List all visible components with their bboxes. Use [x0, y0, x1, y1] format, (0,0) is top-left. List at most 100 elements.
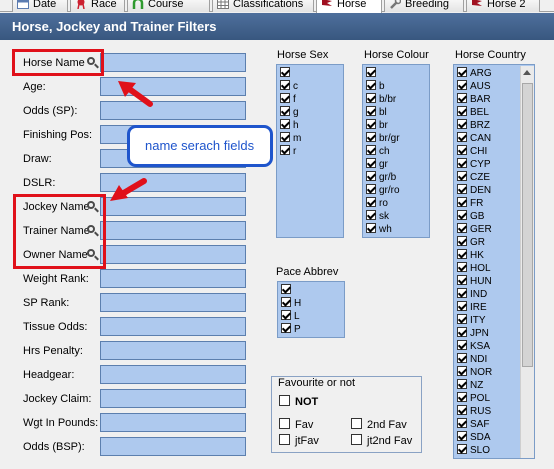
checkbox[interactable] — [457, 184, 467, 194]
checkbox[interactable] — [457, 314, 467, 324]
checkbox[interactable] — [457, 67, 467, 77]
checkbox[interactable] — [366, 145, 376, 155]
checkbox[interactable] — [457, 431, 467, 441]
tab-date[interactable]: Date — [12, 0, 68, 12]
list-item[interactable]: bl — [366, 106, 387, 119]
checkbox[interactable] — [457, 301, 467, 311]
list-item[interactable]: gr/ro — [366, 184, 400, 197]
list-item[interactable]: gr/b — [366, 171, 396, 184]
checkbox[interactable] — [279, 418, 290, 429]
list-item[interactable]: AUS — [457, 80, 491, 93]
list-item[interactable]: gr — [366, 158, 388, 171]
country-scrollbar[interactable] — [520, 66, 534, 458]
checkbox[interactable] — [280, 67, 290, 77]
list-item[interactable]: m — [280, 132, 301, 145]
checkbox[interactable] — [366, 158, 376, 168]
checkbox[interactable] — [279, 395, 290, 406]
list-item[interactable]: JPN — [457, 327, 489, 340]
tab-race[interactable]: Race — [70, 0, 125, 12]
list-item[interactable]: ro — [366, 197, 388, 210]
checkbox[interactable] — [281, 310, 291, 320]
list-item[interactable]: SAF — [457, 418, 489, 431]
horse-name-input[interactable] — [100, 53, 246, 72]
fav-checkbox[interactable]: Fav — [279, 418, 313, 431]
checkbox[interactable] — [351, 434, 362, 445]
trainer-name-input[interactable] — [100, 221, 246, 240]
checkbox[interactable] — [457, 171, 467, 181]
checkbox[interactable] — [457, 275, 467, 285]
hrs-penalty-input[interactable] — [100, 341, 246, 360]
list-item[interactable]: c — [280, 80, 298, 93]
jt2nd-fav-checkbox[interactable]: jt2nd Fav — [351, 434, 412, 447]
checkbox[interactable] — [457, 145, 467, 155]
scroll-up-arrow-icon[interactable] — [523, 70, 531, 75]
checkbox[interactable] — [457, 392, 467, 402]
weight-rank-input[interactable] — [100, 269, 246, 288]
checkbox[interactable] — [457, 405, 467, 415]
list-item[interactable]: sk — [366, 210, 389, 223]
list-item[interactable]: CHI — [457, 145, 487, 158]
checkbox[interactable] — [457, 210, 467, 220]
checkbox[interactable] — [457, 288, 467, 298]
checkbox[interactable] — [366, 223, 376, 233]
checkbox[interactable] — [281, 284, 291, 294]
list-item[interactable]: HK — [457, 249, 484, 262]
checkbox[interactable] — [457, 418, 467, 428]
wgt-in-pounds-input[interactable] — [100, 413, 246, 432]
odds-bsp-input[interactable] — [100, 437, 246, 456]
list-item[interactable]: ARG — [457, 67, 492, 80]
list-item[interactable]: IND — [457, 288, 487, 301]
list-item[interactable]: P — [281, 323, 301, 336]
checkbox[interactable] — [366, 119, 376, 129]
list-item[interactable]: RUS — [457, 405, 491, 418]
list-item[interactable]: HUN — [457, 275, 492, 288]
checkbox[interactable] — [366, 171, 376, 181]
list-item[interactable]: HOL — [457, 262, 491, 275]
list-item[interactable] — [280, 67, 293, 80]
checkbox[interactable] — [366, 106, 376, 116]
list-item[interactable]: GR — [457, 236, 485, 249]
checkbox[interactable] — [457, 197, 467, 207]
list-item[interactable]: KSA — [457, 340, 490, 353]
checkbox[interactable] — [366, 80, 376, 90]
list-item[interactable]: b/br — [366, 93, 396, 106]
list-item[interactable]: ITY — [457, 314, 486, 327]
list-item[interactable]: H — [281, 297, 301, 310]
checkbox[interactable] — [280, 145, 290, 155]
checkbox[interactable] — [457, 262, 467, 272]
tissue-odds-input[interactable] — [100, 317, 246, 336]
list-item[interactable]: b — [366, 80, 385, 93]
scroll-thumb[interactable] — [522, 83, 533, 367]
checkbox[interactable] — [281, 323, 291, 333]
checkbox[interactable] — [280, 80, 290, 90]
checkbox[interactable] — [366, 184, 376, 194]
checkbox[interactable] — [457, 249, 467, 259]
list-item[interactable]: wh — [366, 223, 392, 236]
checkbox[interactable] — [281, 297, 291, 307]
checkbox[interactable] — [366, 67, 376, 77]
list-item[interactable]: r — [280, 145, 296, 158]
list-item[interactable]: ch — [366, 145, 390, 158]
checkbox[interactable] — [457, 223, 467, 233]
list-item[interactable]: NOR — [457, 366, 492, 379]
jockey-claim-input[interactable] — [100, 389, 246, 408]
checkbox[interactable] — [457, 327, 467, 337]
checkbox[interactable] — [351, 418, 362, 429]
checkbox[interactable] — [457, 132, 467, 142]
list-item[interactable]: FR — [457, 197, 483, 210]
tab-course[interactable]: Course — [127, 0, 210, 12]
list-item[interactable]: g — [280, 106, 299, 119]
list-item[interactable] — [366, 67, 379, 80]
checkbox[interactable] — [366, 132, 376, 142]
owner-name-input[interactable] — [100, 245, 246, 264]
list-item[interactable]: SDA — [457, 431, 491, 444]
checkbox[interactable] — [280, 119, 290, 129]
tab-horse-2[interactable]: Horse 2 — [466, 0, 540, 12]
list-item[interactable]: h — [280, 119, 299, 132]
list-item[interactable]: br — [366, 119, 388, 132]
checkbox[interactable] — [280, 106, 290, 116]
checkbox[interactable] — [457, 444, 467, 454]
list-item[interactable]: BAR — [457, 93, 491, 106]
list-item[interactable]: NDI — [457, 353, 487, 366]
tab-horse[interactable]: Horse — [316, 0, 382, 13]
